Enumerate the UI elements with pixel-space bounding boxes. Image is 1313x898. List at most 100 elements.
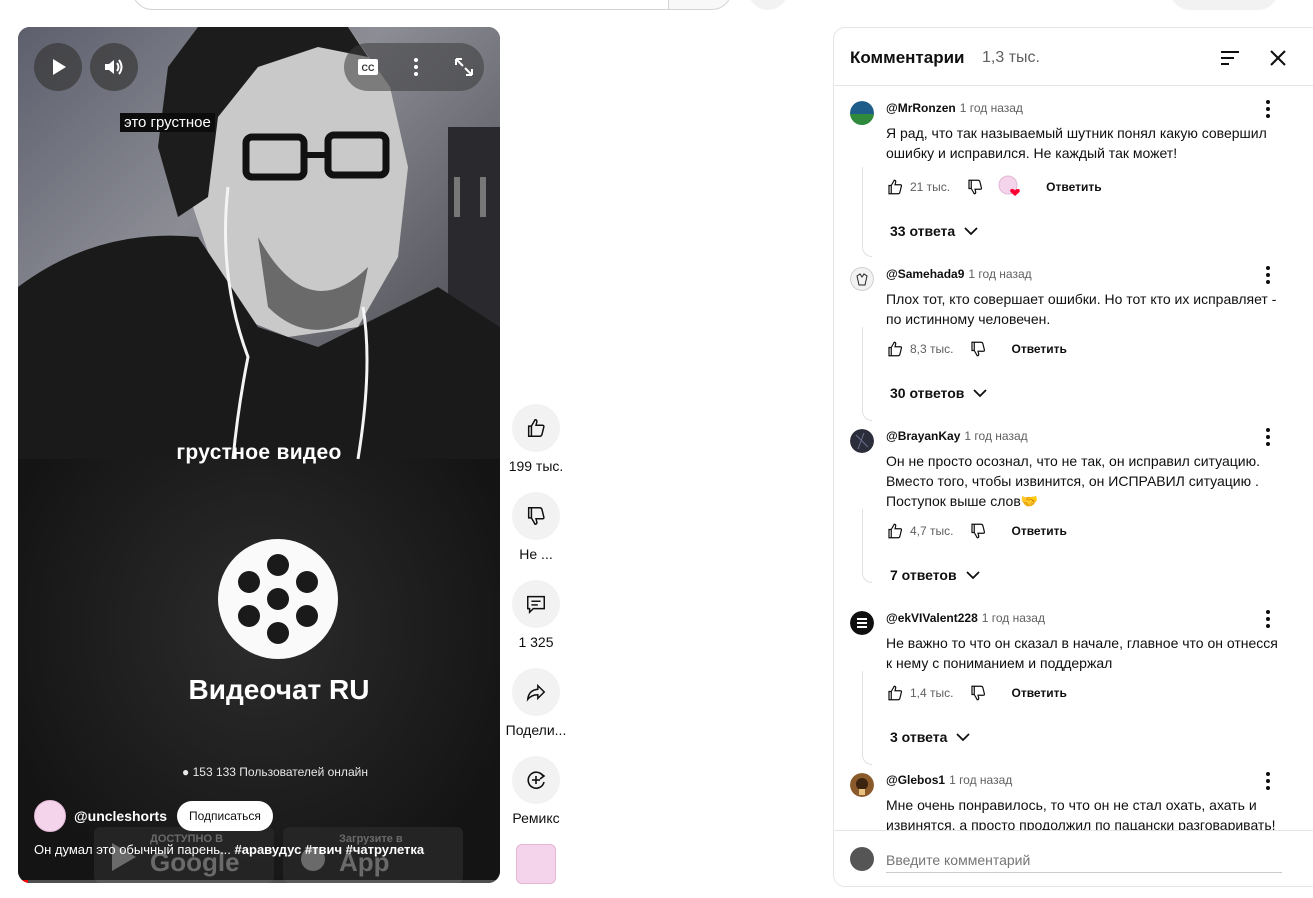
voice-search-button[interactable] [748,0,788,10]
comment-time: 1 год назад [968,267,1032,281]
comment-icon [527,595,545,615]
comment-avatar[interactable] [850,611,874,635]
fullscreen-button[interactable] [440,43,488,91]
comment-more-icon[interactable] [1256,769,1280,793]
video-description[interactable]: Он думал это обычный парень... #аравудус… [34,842,424,857]
comment-author[interactable]: @Glebos1 [886,773,945,787]
comment-avatar[interactable] [850,429,874,453]
comment-reply-button[interactable]: Ответить [1011,342,1066,356]
comment-author[interactable]: @Samehada9 [886,267,964,281]
comment-time: 1 год назад [949,773,1013,787]
comment-replies-toggle[interactable]: 7 ответов [890,567,981,583]
progress-fill [18,880,28,883]
remix-button[interactable] [512,756,560,804]
comment-dislike-icon[interactable] [966,178,984,196]
share-icon [526,683,546,702]
play-button[interactable] [34,43,82,91]
shorts-video-player[interactable]: CC это грустное грустное видео Видеочат … [18,27,500,883]
description-hashtags[interactable]: #аравудус #твич #чатрулетка [235,842,425,857]
creator-heart-icon [998,175,1022,199]
comment-author[interactable]: @BrayanKay [886,429,960,443]
search-input[interactable] [132,0,670,10]
cc-icon: CC [358,59,378,75]
comment-replies-toggle[interactable]: 3 ответа [890,729,971,745]
video-frame-top [18,27,500,460]
comment-like-icon[interactable] [886,178,904,196]
comment-like-icon[interactable] [886,340,904,358]
top-right-button[interactable] [1170,0,1278,10]
comment-reply-button[interactable]: Ответить [1046,180,1101,194]
comment-actions: 1,4 тыс. Ответить [886,681,1067,705]
comment-dislike-icon[interactable] [969,684,987,702]
comment-reply-button[interactable]: Ответить [1011,524,1066,538]
comment-author[interactable]: @MrRonzen [886,101,956,115]
dislike-button[interactable] [512,492,560,540]
share-button[interactable] [512,668,560,716]
comment-dislike-icon[interactable] [969,340,987,358]
like-button[interactable] [512,404,560,452]
thread-line [862,671,872,765]
comment-like-count: 21 тыс. [910,180,951,194]
play-icon [53,59,66,75]
comments-panel: Комментарии 1,3 тыс. @MrRonzen 1 год наза… [833,27,1313,887]
comment-like-icon[interactable] [886,684,904,702]
person-silhouette [18,27,500,460]
caption-text: это грустное [120,113,215,132]
comment-actions: 21 тыс. Ответить [886,175,1102,199]
captions-button[interactable]: CC [344,43,392,91]
comment-reply-button[interactable]: Ответить [1011,686,1066,700]
comment-replies-count: 30 ответов [890,385,965,401]
online-users-value: 153 133 Пользователей онлайн [192,765,368,779]
comment-actions: 4,7 тыс. Ответить [886,519,1067,543]
progress-bar[interactable] [18,880,500,883]
comment-replies-toggle[interactable]: 33 ответа [890,223,979,239]
sound-thumbnail[interactable] [516,844,556,884]
comment-more-icon[interactable] [1256,607,1280,631]
channel-avatar[interactable] [34,800,66,832]
chevron-down-icon [956,733,971,742]
comments-button[interactable] [512,580,560,628]
remix-label: Ремикс [512,810,560,826]
comment-more-icon[interactable] [1256,425,1280,449]
comment-author-line: @BrayanKay 1 год назад [886,429,1028,443]
comment-dislike-icon[interactable] [969,522,987,540]
comment-like-count: 8,3 тыс. [910,342,954,356]
comment-text: Плох тот, кто совершает ошибки. Но тот к… [886,291,1277,327]
cc-icon-label: CC [362,63,375,73]
comment-text: Я рад, что так называемый шутник понял к… [886,125,1267,161]
thumbs-up-icon [527,419,545,437]
comment-author[interactable]: @ekVIValent228 [886,611,978,625]
volume-button[interactable] [90,43,138,91]
channel-name[interactable]: @uncleshorts [74,808,167,824]
comment-input[interactable] [886,847,1282,873]
comment-more-icon[interactable] [1256,97,1280,121]
sort-icon[interactable] [1218,46,1242,70]
dislike-label: Не ... [519,546,553,562]
comment-time: 1 год назад [959,101,1023,115]
comment-text: Не важно то что он сказал в начале, глав… [886,635,1278,671]
close-icon[interactable] [1266,46,1290,70]
video-overlay-title: грустное видео [176,441,342,464]
comment-author-line: @Samehada9 1 год назад [886,267,1032,281]
search-button[interactable] [668,0,732,10]
comment-time: 1 год назад [964,429,1028,443]
comments-title: Комментарии [850,48,965,67]
comment-like-icon[interactable] [886,522,904,540]
current-user-avatar [850,847,874,871]
subscribe-button[interactable]: Подписаться [177,801,273,831]
comment-replies-toggle[interactable]: 30 ответов [890,385,988,401]
comment-like-count: 4,7 тыс. [910,524,954,538]
top-bar [0,0,1313,14]
online-users-text: ● 153 133 Пользователей онлайн [182,765,368,779]
comment-avatar[interactable] [850,773,874,797]
comment-more-icon[interactable] [1256,263,1280,287]
more-options-button[interactable] [392,43,440,91]
volume-icon [105,59,123,75]
description-text: Он думал это обычный парень... [34,842,231,857]
comment-avatar[interactable] [850,101,874,125]
video-brand-text: Видеочат RU [188,674,370,705]
comment-avatar[interactable] [850,267,874,291]
comment-replies-count: 3 ответа [890,729,948,745]
share-label: Подели... [505,722,567,738]
comment-actions: 8,3 тыс. Ответить [886,337,1067,361]
